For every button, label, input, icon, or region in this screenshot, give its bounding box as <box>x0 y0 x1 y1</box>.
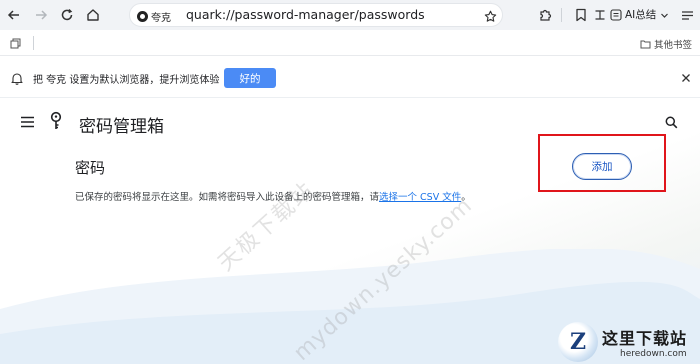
bookmarks-divider <box>33 36 34 50</box>
folder-icon <box>640 40 651 49</box>
passwords-section-title: 密码 <box>75 159 106 177</box>
search-icon[interactable] <box>663 114 679 130</box>
brand-domain: heredown.com <box>620 349 687 359</box>
description-text: 已保存的密码将显示在这里。如需将密码导入此设备上的密码管理箱，请 <box>75 192 380 203</box>
ok-button[interactable]: 好的 <box>224 68 276 88</box>
brand-logo-letter: Z <box>569 329 587 355</box>
extensions-icon[interactable] <box>537 7 553 23</box>
bookmark-icon[interactable] <box>573 7 589 23</box>
chevron-down-icon[interactable] <box>659 9 669 21</box>
bookmarks-bar: 其他书签 <box>0 30 700 56</box>
ai-summary-label: AI总结 <box>625 9 657 21</box>
star-icon[interactable] <box>482 8 498 24</box>
forward-icon[interactable] <box>33 7 49 23</box>
menu-icon[interactable] <box>679 7 695 23</box>
back-icon[interactable] <box>6 7 22 23</box>
toolbar-divider <box>561 8 562 22</box>
search-engine-chip[interactable]: 夸克 <box>137 8 171 24</box>
reload-icon[interactable] <box>59 7 75 23</box>
brand-logo-icon: Z <box>558 322 598 362</box>
password-manager-page: 密码管理箱 密码 已保存的密码将显示在这里。如需将密码导入此设备上的密码管理箱，… <box>0 99 700 364</box>
home-icon[interactable] <box>85 7 101 23</box>
ai-summary-button[interactable]: AI总结 <box>610 7 656 22</box>
ai-summary-icon <box>610 8 622 21</box>
hamburger-menu-icon[interactable] <box>18 114 36 130</box>
brand-name: 这里下载站 <box>602 329 688 348</box>
other-bookmarks-folder[interactable]: 其他书签 <box>640 37 692 51</box>
infobar-message: 把 夸克 设置为默认浏览器，提升浏览体验 <box>33 75 220 86</box>
quark-logo-icon <box>137 10 148 22</box>
default-browser-infobar: 把 夸克 设置为默认浏览器，提升浏览体验 好的 <box>0 58 700 98</box>
close-icon[interactable] <box>679 71 693 85</box>
url-text[interactable]: quark://password-manager/passwords <box>186 7 425 22</box>
browser-toolbar: 夸克 quark://password-manager/passwords AI… <box>0 0 700 30</box>
bell-icon <box>10 71 24 85</box>
engine-name: 夸克 <box>151 12 171 24</box>
tab-group-icon[interactable] <box>8 36 22 50</box>
send-icon[interactable] <box>593 7 607 23</box>
other-bookmarks-label: 其他书签 <box>654 40 693 51</box>
address-bar[interactable]: 夸克 quark://password-manager/passwords <box>129 3 503 27</box>
site-brand-watermark: Z 这里下载站 heredown.com <box>558 321 700 363</box>
add-password-button[interactable]: 添加 <box>572 153 632 180</box>
key-icon <box>48 110 64 132</box>
page-title: 密码管理箱 <box>79 117 164 137</box>
select-csv-link[interactable]: 选择一个 CSV 文件 <box>379 192 461 203</box>
